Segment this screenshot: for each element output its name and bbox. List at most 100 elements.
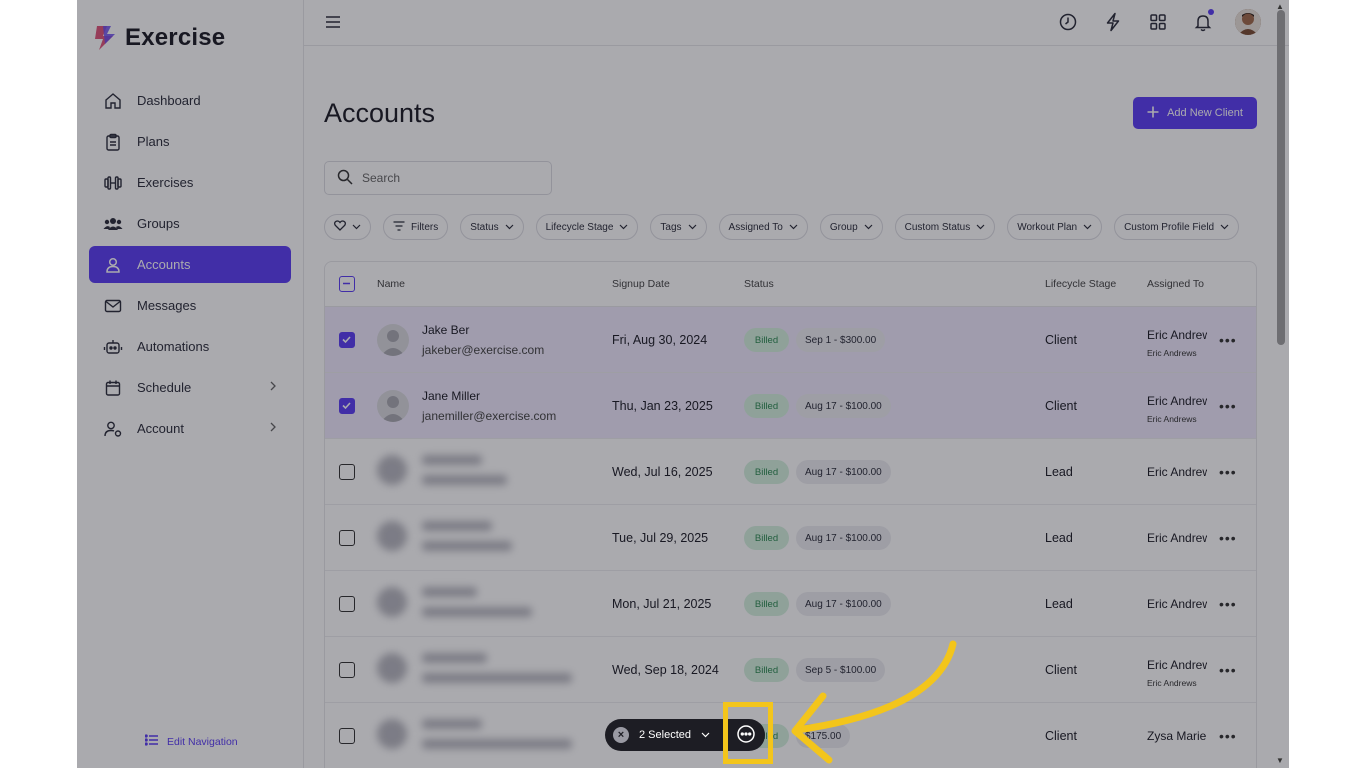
chevron-right-icon [269, 421, 277, 436]
filter-label: Filters [411, 221, 439, 233]
blurred-client-info [377, 585, 587, 625]
status-filter[interactable]: Status [460, 214, 524, 240]
add-new-client-button[interactable]: Add New Client [1133, 97, 1257, 129]
sidebar-item-accounts[interactable]: Accounts [89, 246, 291, 283]
row-more-icon[interactable]: ••• [1219, 398, 1237, 414]
heart-icon [334, 220, 346, 234]
billing-badge: Aug 17 - $100.00 [796, 460, 891, 484]
lifecycle-stage: Client [1045, 399, 1077, 413]
pointer-arrow [767, 630, 967, 768]
workout-plan-filter[interactable]: Workout Plan [1007, 214, 1103, 240]
home-icon [103, 91, 123, 111]
sidebar-item-messages[interactable]: Messages [89, 287, 291, 324]
table-row[interactable]: Tue, Jul 29, 2025 Billed Aug 17 - $100.0… [325, 505, 1256, 571]
hamburger-menu-icon[interactable] [325, 15, 341, 34]
search-icon [337, 169, 353, 188]
row-checkbox[interactable] [339, 332, 355, 348]
chevron-down-icon [976, 222, 985, 233]
row-checkbox[interactable] [339, 464, 355, 480]
row-checkbox[interactable] [339, 596, 355, 612]
sidebar-item-plans[interactable]: Plans [89, 123, 291, 160]
clock-icon[interactable] [1055, 9, 1081, 35]
row-checkbox[interactable] [339, 530, 355, 546]
assigned-to: Eric Andrews [1147, 465, 1207, 479]
filters-button[interactable]: Filters [383, 214, 449, 240]
column-header-assigned-to[interactable]: Assigned To [1147, 278, 1204, 290]
row-checkbox[interactable] [339, 398, 355, 414]
clipboard-icon [103, 132, 123, 152]
assigned-to: Zysa Marie [1147, 729, 1207, 743]
column-header-lifecycle-stage[interactable]: Lifecycle Stage [1045, 278, 1116, 290]
assigned-to-filter[interactable]: Assigned To [718, 214, 808, 240]
row-more-icon[interactable]: ••• [1219, 596, 1237, 612]
client-name[interactable]: Jake Ber [422, 323, 469, 337]
profile-avatar[interactable] [1235, 9, 1261, 35]
chevron-right-icon [269, 380, 277, 395]
robot-icon [103, 337, 123, 357]
highlight-box [723, 702, 773, 764]
sidebar-item-label: Messages [137, 298, 197, 313]
sidebar-item-label: Schedule [137, 380, 192, 395]
apps-grid-icon[interactable] [1145, 9, 1171, 35]
chevron-down-icon [352, 222, 361, 233]
table-header: Name Signup Date Status Lifecycle Stage … [325, 262, 1256, 307]
assigned-to-secondary: Eric Andrews [1147, 348, 1197, 358]
row-more-icon[interactable]: ••• [1219, 662, 1237, 678]
column-header-status[interactable]: Status [744, 278, 774, 290]
assigned-to: Eric Andrews [1147, 531, 1207, 545]
sidebar-item-schedule[interactable]: Schedule [89, 369, 291, 406]
favorites-filter[interactable] [324, 214, 371, 240]
sidebar-item-groups[interactable]: Groups [89, 205, 291, 242]
group-filter[interactable]: Group [819, 214, 883, 240]
row-checkbox[interactable] [339, 728, 355, 744]
chevron-down-icon [864, 222, 873, 233]
sidebar-item-exercises[interactable]: Exercises [89, 164, 291, 201]
search-placeholder: Search [362, 171, 401, 185]
sidebar-item-automations[interactable]: Automations [89, 328, 291, 365]
clear-selection-icon[interactable]: × [613, 727, 629, 743]
edit-navigation-link[interactable]: Edit Navigation [144, 734, 238, 749]
chevron-down-icon [1083, 222, 1092, 233]
row-checkbox[interactable] [339, 662, 355, 678]
table-row[interactable]: Jane Miller janemiller@exercise.com Thu,… [325, 373, 1256, 439]
row-more-icon[interactable]: ••• [1219, 530, 1237, 546]
bell-icon[interactable] [1190, 9, 1216, 35]
add-new-client-label: Add New Client [1167, 107, 1243, 119]
client-name[interactable]: Jane Miller [422, 389, 480, 403]
sidebar: Exercise Dashboard Plans Exercises Group… [77, 0, 304, 768]
table-row[interactable]: Wed, Jul 16, 2025 Billed Aug 17 - $100.0… [325, 439, 1256, 505]
blurred-client-info [377, 651, 587, 691]
row-more-icon[interactable]: ••• [1219, 332, 1237, 348]
custom-status-filter[interactable]: Custom Status [894, 214, 996, 240]
list-icon [144, 734, 159, 749]
column-header-signup-date[interactable]: Signup Date [612, 278, 670, 290]
sidebar-item-dashboard[interactable]: Dashboard [89, 82, 291, 119]
filter-label: Custom Status [904, 221, 971, 233]
selected-count-dropdown[interactable]: 2 Selected [639, 729, 691, 741]
row-more-icon[interactable]: ••• [1219, 728, 1237, 744]
scroll-down-arrow[interactable]: ▼ [1276, 756, 1284, 765]
avatar [377, 324, 409, 356]
status-badge: Billed [744, 328, 789, 352]
app-name: Exercise [125, 24, 226, 51]
chevron-down-icon [688, 222, 697, 233]
row-more-icon[interactable]: ••• [1219, 464, 1237, 480]
status-badge: Billed [744, 592, 789, 616]
scrollbar-thumb[interactable] [1277, 10, 1285, 345]
lifecycle-stage-filter[interactable]: Lifecycle Stage [535, 214, 639, 240]
column-header-name[interactable]: Name [377, 278, 405, 290]
sidebar-item-account[interactable]: Account [89, 410, 291, 447]
table-row[interactable]: Mon, Jul 21, 2025 Billed Aug 17 - $100.0… [325, 571, 1256, 637]
dumbbell-icon [103, 173, 123, 193]
table-row[interactable]: Jake Ber jakeber@exercise.com Fri, Aug 3… [325, 307, 1256, 373]
search-input[interactable]: Search [324, 161, 552, 195]
selected-count-label: 2 Selected [639, 729, 691, 741]
lifecycle-stage: Lead [1045, 531, 1073, 545]
app-logo[interactable]: Exercise [93, 24, 225, 52]
custom-profile-field-filter[interactable]: Custom Profile Field [1114, 214, 1240, 240]
tags-filter[interactable]: Tags [650, 214, 707, 240]
sidebar-item-label: Account [137, 421, 184, 436]
select-all-checkbox[interactable] [339, 276, 355, 292]
bolt-icon[interactable] [1100, 9, 1126, 35]
chevron-down-icon [505, 222, 514, 233]
